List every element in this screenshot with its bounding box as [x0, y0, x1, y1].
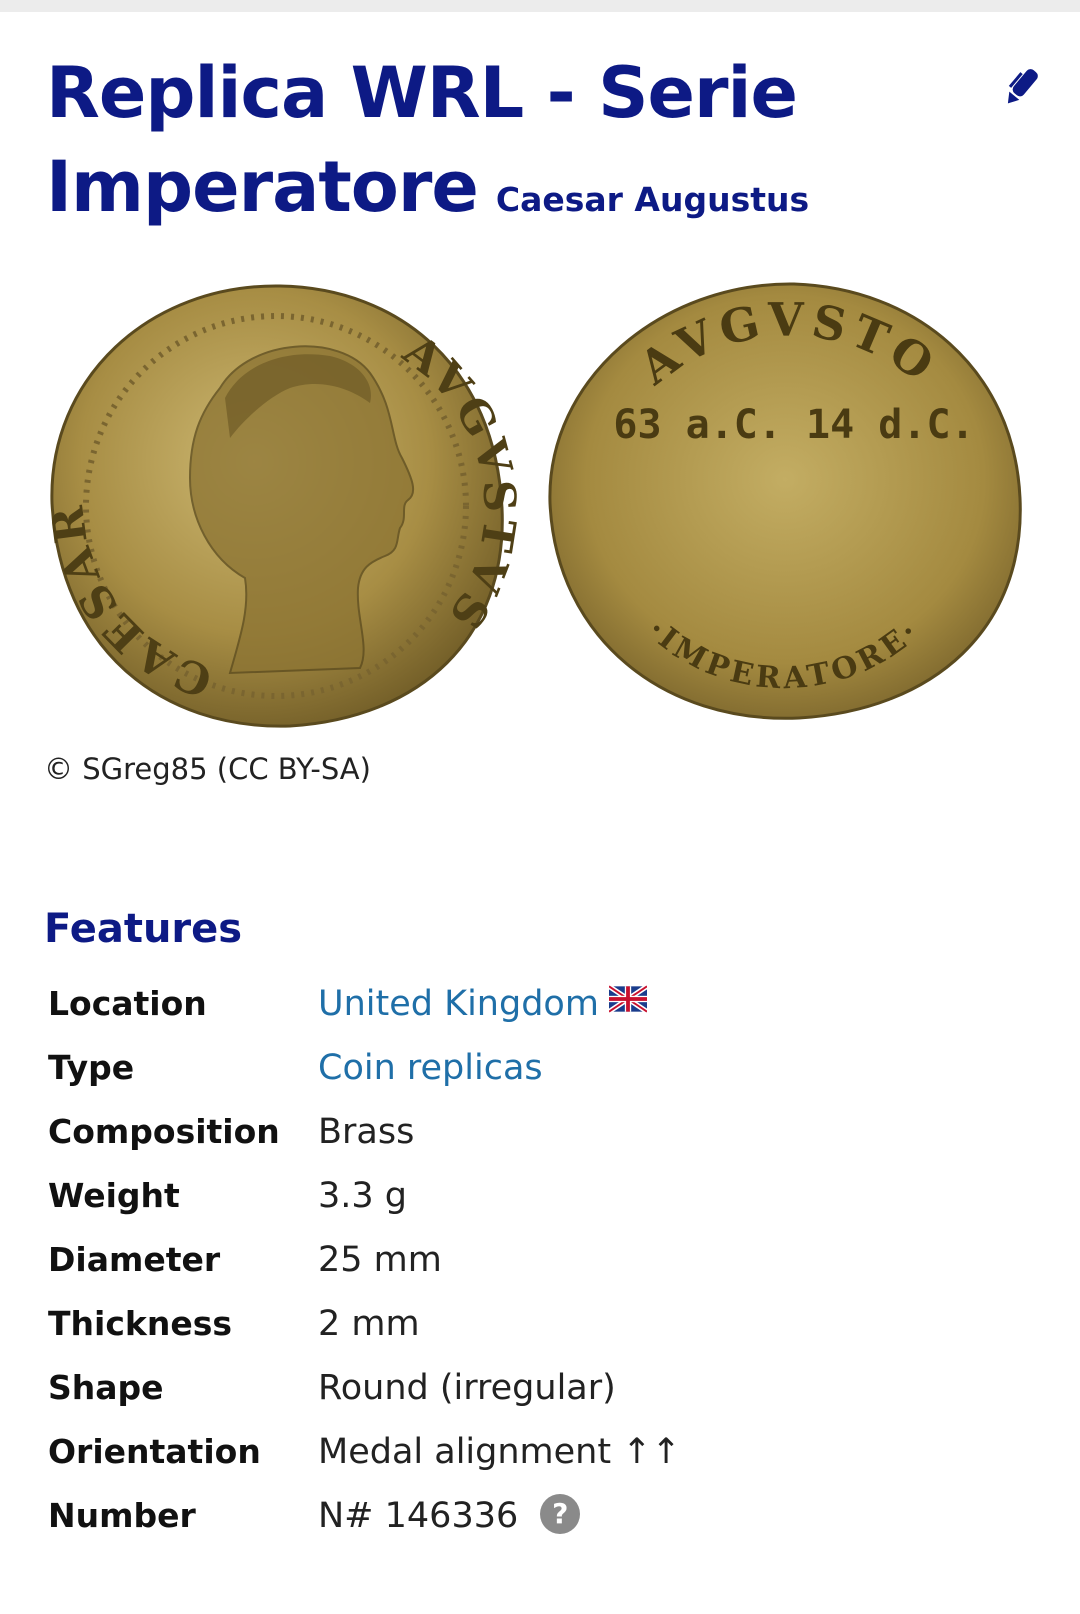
uk-flag-icon [607, 972, 649, 1032]
title-subtitle: Caesar Augustus [495, 180, 810, 219]
feature-label-diameter: Diameter [48, 1240, 221, 1279]
page-title: Replica WRL - Serie Imperatore Caesar Aug… [46, 46, 986, 247]
image-copyright: © SGreg85 (CC BY-SA) [44, 752, 371, 786]
feature-row-location: Location United Kingdom [48, 974, 1028, 1034]
top-status-strip [0, 0, 1080, 12]
location-link-text[interactable]: United Kingdom [318, 984, 599, 1024]
edit-button[interactable] [998, 60, 1044, 114]
feature-row-diameter: Diameter 25 mm [48, 1230, 1028, 1290]
feature-row-orientation: Orientation Medal alignment ↑↑ [48, 1422, 1028, 1482]
pencil-icon [1007, 69, 1038, 104]
feature-row-type: Type Coin replicas [48, 1038, 1028, 1098]
feature-row-shape: Shape Round (irregular) [48, 1358, 1028, 1418]
title-main-part-2: Imperatore [46, 146, 479, 228]
feature-label-type: Type [48, 1048, 135, 1087]
feature-value-diameter: 25 mm [318, 1240, 442, 1280]
feature-label-composition: Composition [48, 1112, 280, 1151]
feature-value-shape: Round (irregular) [318, 1368, 616, 1408]
feature-label-weight: Weight [48, 1176, 180, 1215]
feature-label-orientation: Orientation [48, 1432, 261, 1471]
title-line-1: Replica WRL - Serie [46, 52, 798, 134]
feature-row-composition: Composition Brass [48, 1102, 1028, 1162]
help-icon[interactable]: ? [540, 1494, 581, 1534]
feature-value-weight: 3.3 g [318, 1176, 408, 1216]
coin-images: CAESAR AVGVSTVS AVGVSTO 63 a.C. 14 d.C. … [0, 278, 1080, 738]
title-line-2: Imperatore Caesar Augustus [46, 140, 986, 247]
feature-row-number: Number N# 146336? [48, 1486, 1028, 1546]
feature-label-shape: Shape [48, 1368, 164, 1407]
reverse-dates: 63 a.C. 14 d.C. [613, 402, 974, 448]
features-heading: Features [44, 906, 243, 952]
number-text: N# 146336 [318, 1496, 519, 1536]
feature-row-weight: Weight 3.3 g [48, 1166, 1028, 1226]
feature-value-type[interactable]: Coin replicas [318, 1038, 543, 1098]
feature-label-number: Number [48, 1496, 196, 1535]
feature-value-orientation: Medal alignment ↑↑ [318, 1432, 681, 1472]
feature-label-location: Location [48, 984, 207, 1023]
feature-value-composition: Brass [318, 1112, 415, 1152]
coin-reverse-image[interactable]: AVGVSTO 63 a.C. 14 d.C. ·IMPERATORE· [544, 278, 1034, 728]
feature-row-thickness: Thickness 2 mm [48, 1294, 1028, 1354]
feature-value-location[interactable]: United Kingdom [318, 972, 649, 1035]
feature-label-thickness: Thickness [48, 1304, 232, 1343]
feature-value-thickness: 2 mm [318, 1304, 420, 1344]
coin-obverse-image[interactable]: CAESAR AVGVSTVS [40, 278, 520, 738]
feature-value-number: N# 146336? [318, 1486, 581, 1546]
